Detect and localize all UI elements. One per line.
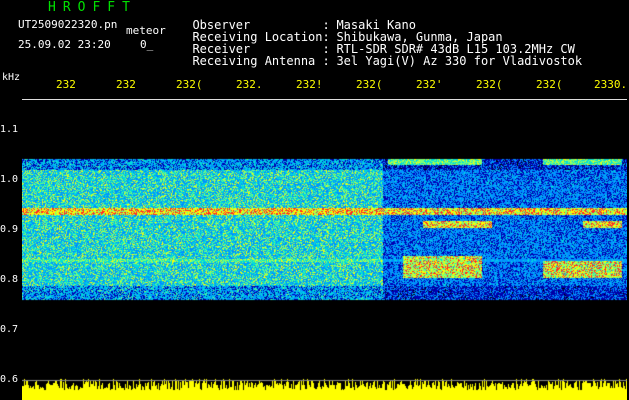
x-tick-label: 232( — [176, 78, 203, 91]
x-tick-label: 232' — [416, 78, 443, 91]
x-tick-label: 2330. — [594, 78, 628, 91]
x-tick-label: 232( — [356, 78, 383, 91]
x-tick-label: 232( — [536, 78, 563, 91]
x-tick-label: 232! — [296, 78, 323, 91]
info-key: Receiving Antenna — [192, 54, 316, 68]
x-tick-label: 232 — [116, 78, 136, 91]
date-time: 25.09.02 23:20 — [18, 38, 111, 51]
meteor-count: 0_ — [140, 38, 154, 51]
x-tick-label: 232( — [476, 78, 503, 91]
spectrogram-canvas — [22, 100, 627, 400]
y-tick-label: 0.7 — [0, 324, 19, 335]
mode-label: meteor — [126, 24, 166, 37]
y-axis-unit: kHz — [2, 72, 21, 83]
y-tick-label: 0.8 — [0, 274, 19, 285]
info-value: 3el Yagi(V) Az 330 for Vladivostok — [336, 54, 583, 68]
x-tick-label: 232 — [56, 78, 76, 91]
y-tick-label: 1.0 — [0, 174, 19, 185]
x-tick-label: 232. — [236, 78, 263, 91]
y-tick-label: 0.9 — [0, 224, 19, 235]
file-name: UT2509022320.pn — [18, 18, 118, 31]
y-tick-label: 1.1 — [0, 124, 19, 135]
app-brand: HROFFT — [48, 0, 137, 15]
info-antenna: Receiving Antenna:3el Yagi(V) Az 330 for… — [178, 40, 582, 68]
info-separator: : — [322, 54, 330, 68]
y-tick-label: 0.6 — [0, 374, 19, 385]
